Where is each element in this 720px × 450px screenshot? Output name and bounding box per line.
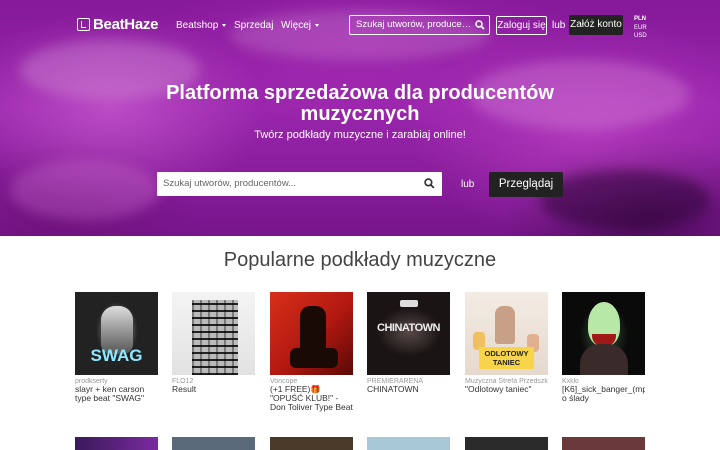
- nav-sprzedaj[interactable]: Sprzedaj: [234, 20, 273, 31]
- beat-cover[interactable]: [270, 437, 353, 450]
- beat-cover[interactable]: [172, 292, 255, 375]
- cover-text: CHINATOWN: [377, 322, 440, 334]
- login-button[interactable]: Zaloguj się: [496, 16, 547, 35]
- top-navigation: BeatHaze Beatshop Sprzedaj Więcej Szukaj…: [0, 0, 720, 50]
- producer-name[interactable]: Kxkki: [562, 378, 645, 385]
- beat-cover[interactable]: [75, 437, 158, 450]
- currency-eur[interactable]: EUR: [634, 24, 647, 33]
- producer-name[interactable]: Voncope: [270, 378, 353, 385]
- currency-usd[interactable]: USD: [634, 32, 647, 41]
- nav-beatshop-label: Beatshop: [176, 20, 219, 31]
- search-icon[interactable]: [424, 178, 435, 189]
- producer-name[interactable]: PREMIERARENA: [367, 378, 450, 385]
- beat-title[interactable]: slayr + ken carson type beat "SWAG": [75, 385, 158, 403]
- cover-text: ODLOTOWY TANIEC: [479, 347, 534, 369]
- beat-card[interactable]: Voncope (+1 FREE)🎁 "OPUŚĆ KLUB!" - Don T…: [270, 292, 353, 412]
- nav-wiecej-label: Więcej: [281, 20, 312, 31]
- beat-cover[interactable]: [465, 437, 548, 450]
- search-icon[interactable]: [475, 20, 485, 30]
- nav-beatshop[interactable]: Beatshop: [176, 20, 227, 31]
- nav-wiecej[interactable]: Więcej: [281, 20, 320, 31]
- nav-sprzedaj-label: Sprzedaj: [234, 20, 274, 31]
- beat-cover[interactable]: [270, 292, 353, 375]
- browse-button[interactable]: Przeglądaj: [489, 172, 563, 197]
- beat-title[interactable]: Result: [172, 385, 255, 394]
- register-button[interactable]: Załóż konto: [569, 15, 623, 35]
- logo-icon: [77, 18, 90, 31]
- hero-search-placeholder: Szukaj utworów, producentów...: [163, 178, 297, 189]
- beat-cover[interactable]: [562, 292, 645, 375]
- currency-switcher: PLN EUR USD: [634, 15, 647, 41]
- beat-title[interactable]: (+1 FREE)🎁 "OPUŚĆ KLUB!" - Don Toliver T…: [270, 385, 353, 412]
- currency-pln[interactable]: PLN: [634, 15, 647, 24]
- hero-subtitle: Twórz podkłady muzyczne i zarabiaj onlin…: [254, 129, 466, 141]
- header-search-input[interactable]: Szukaj utworów, producentów...: [349, 15, 490, 35]
- beat-card[interactable]: ODLOTOWY TANIEC Muzyczna Strefa Przedszk…: [465, 292, 548, 394]
- logo-text: BeatHaze: [93, 16, 159, 33]
- producer-name[interactable]: prodkserty: [75, 378, 158, 385]
- popular-beats-heading: Popularne podkłady muzyczne: [223, 249, 497, 271]
- header-search-placeholder: Szukaj utworów, producentów...: [356, 19, 473, 30]
- hero-search-input[interactable]: Szukaj utworów, producentów...: [157, 172, 442, 196]
- cover-text: SWAG: [90, 346, 143, 365]
- hero-banner: BeatHaze Beatshop Sprzedaj Więcej Szukaj…: [0, 0, 720, 236]
- hero-title: Platforma sprzedażowa dla producentów mu…: [166, 82, 554, 125]
- beat-card[interactable]: Kxkki [K6]_sick_banger_(mp3) o ślady: [562, 292, 645, 403]
- beat-title[interactable]: CHINATOWN: [367, 385, 450, 394]
- beat-title[interactable]: "Odlotowy taniec": [465, 385, 548, 394]
- beat-cover[interactable]: CHINATOWN: [367, 292, 450, 375]
- or-label: lub: [552, 20, 566, 31]
- logo[interactable]: BeatHaze: [77, 16, 158, 33]
- beat-cover[interactable]: [172, 437, 255, 450]
- beat-card[interactable]: CHINATOWN PREMIERARENA CHINATOWN: [367, 292, 450, 394]
- beat-cover[interactable]: SWAG: [75, 292, 158, 375]
- producer-name[interactable]: FLO12: [172, 378, 255, 385]
- beat-cover[interactable]: [562, 437, 645, 450]
- chevron-down-icon: [315, 24, 320, 27]
- producer-name[interactable]: Muzyczna Strefa Przedszkolaka: [465, 378, 548, 385]
- chevron-down-icon: [222, 24, 227, 27]
- beat-card[interactable]: SWAG prodkserty slayr + ken carson type …: [75, 292, 158, 403]
- beat-card[interactable]: FLO12 Result: [172, 292, 255, 394]
- or-label: lub: [461, 179, 475, 190]
- beat-title[interactable]: [K6]_sick_banger_(mp3) o ślady: [562, 385, 645, 403]
- beat-cover[interactable]: ODLOTOWY TANIEC: [465, 292, 548, 375]
- beat-cover[interactable]: [367, 437, 450, 450]
